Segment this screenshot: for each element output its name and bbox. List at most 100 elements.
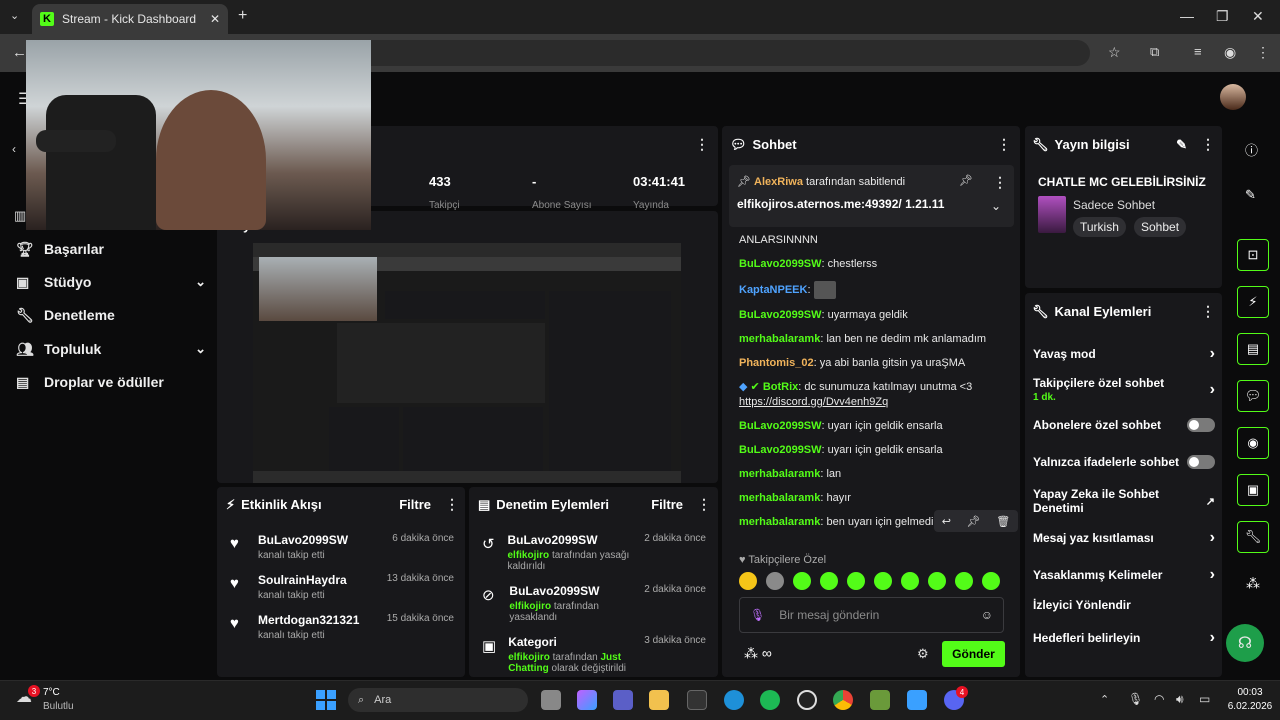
taskview-icon[interactable] [541,690,561,710]
chat-username[interactable]: merhabalaramk [739,516,820,528]
minecraft-icon[interactable] [870,690,890,710]
emote-icon[interactable] [820,572,838,590]
microphone-tray-icon[interactable]: 🎙︎ [1128,692,1143,706]
bookmark-star-icon[interactable]: ☆ [1108,44,1121,61]
close-window-icon[interactable]: ✕ [1252,8,1264,25]
obs-icon[interactable] [797,690,817,710]
modlog-menu-icon[interactable]: ⋮ [697,496,711,513]
emote-icon[interactable] [874,572,892,590]
chat-username[interactable]: merhabalaramk [739,333,820,345]
chat-input[interactable]: 🎙︎ Bir mesaj gönderin ☺ [739,597,1004,633]
chat-username[interactable]: merhabalaramk [739,468,820,480]
banned-words[interactable]: Yasaklanmış Kelimeler › [1033,566,1215,584]
spotify-icon[interactable] [760,690,780,710]
emote-icon[interactable] [766,572,784,590]
teams-icon[interactable] [613,690,633,710]
modlog-actor[interactable]: elfikojiro [509,601,551,612]
stream-preview-video[interactable] [253,243,681,483]
info-icon[interactable]: ⓘ [1245,140,1258,159]
tab-close-icon[interactable]: ✕ [210,12,220,26]
emote-only-toggle[interactable] [1187,455,1215,469]
emote-icon[interactable] [847,572,865,590]
chat-username[interactable]: BotRix [763,381,798,393]
followers-only-chat[interactable]: Takipçilere özel sohbet 1 dk. › [1033,376,1215,403]
microphone-icon[interactable]: 🎙︎ [750,608,765,622]
emote-icon[interactable] [793,572,811,590]
browser-menu-icon[interactable]: ⋮ [1256,44,1270,61]
minimize-icon[interactable]: — [1180,8,1194,24]
document-rail-button[interactable]: ▤ [1237,333,1269,365]
clock-date[interactable]: 6.02.2026 [1222,701,1278,712]
emote-icon[interactable] [901,572,919,590]
back-icon[interactable]: ← [12,44,27,61]
channel-actions-menu-icon[interactable]: ⋮ [1201,303,1215,320]
activity-user[interactable]: SoulrainHaydra [258,573,347,587]
expand-chevron-icon[interactable]: ⌄ [991,199,1001,213]
ai-moderation[interactable]: Yapay Zeka ile Sohbet Denetimi ↗ [1033,487,1215,515]
bolt-rail-button[interactable]: ⚡︎ [1237,286,1269,318]
user-avatar[interactable] [1220,84,1246,110]
chat-extras-icon[interactable]: ⁂ ∞ [744,645,772,662]
wrench-rail-button[interactable]: 🔧︎ [1237,521,1269,553]
subscribers-only-chat[interactable]: Abonelere özel sohbet [1033,418,1215,432]
activity-user[interactable]: BuLavo2099SW [258,533,348,547]
subs-only-toggle[interactable] [1187,418,1215,432]
emote-icon[interactable] [928,572,946,590]
unpin-icon[interactable]: 📌︎ [959,174,973,187]
clock-time[interactable]: 00:03 [1222,687,1278,698]
stream-category[interactable]: Sadece Sohbet [1073,198,1155,212]
media-icon[interactable]: ≡ [1194,44,1202,59]
broadcast-rail-button[interactable]: ◉ [1237,427,1269,459]
battery-icon[interactable]: ▭ [1199,692,1210,706]
camera-rail-button[interactable]: ⊡ [1237,239,1269,271]
activity-filter-button[interactable]: Filtre [399,497,431,512]
browser-tab[interactable]: K Stream - Kick Dashboard ✕ [32,4,228,34]
modlog-target[interactable]: BuLavo2099SW [507,533,644,547]
modlog-target[interactable]: Kategori [508,635,644,649]
pin-message-icon[interactable]: 📌︎ [967,515,981,528]
collapse-sidebar-icon[interactable]: ‹ [12,142,16,156]
emote-only-chat[interactable]: Yalnızca ifadelerle sohbet [1033,455,1215,469]
stream-info-menu-icon[interactable]: ⋮ [1201,136,1215,153]
chat-username[interactable]: BuLavo2099SW [739,444,822,456]
emote-icon[interactable] [982,572,1000,590]
support-icon[interactable]: ☊ [1226,624,1264,662]
send-button[interactable]: Gönder [942,641,1005,667]
more-rail-icon[interactable]: ⁂ [1246,575,1260,592]
chat-username[interactable]: BuLavo2099SW [739,258,822,270]
tag-sohbet[interactable]: Sohbet [1134,217,1187,237]
modlog-target[interactable]: BuLavo2099SW [509,584,644,598]
chat-rail-button[interactable]: 💬︎ [1237,380,1269,412]
modlog-actor[interactable]: elfikojiro [507,550,549,561]
reply-icon[interactable]: ↩ [942,515,951,528]
volume-icon[interactable]: 🔊︎ [1176,692,1184,707]
activity-user[interactable]: Mertdogan321321 [258,613,359,627]
chat-username[interactable]: merhabalaramk [739,492,820,504]
maximize-icon[interactable]: ❐ [1216,8,1229,25]
new-tab-icon[interactable]: + [238,7,247,25]
emoji-icon[interactable]: ☺ [981,608,993,622]
pinned-menu-icon[interactable]: ⋮ [993,174,1007,191]
chat-username[interactable]: BuLavo2099SW [739,420,822,432]
url-field[interactable] [300,40,1090,66]
extensions-icon[interactable]: ⧉ [1150,44,1159,60]
chat-menu-icon[interactable]: ⋮ [997,136,1011,153]
edit-icon[interactable]: ✎ [1245,187,1256,203]
message-restriction[interactable]: Mesaj yaz kısıtlaması › [1033,529,1215,547]
slow-mode[interactable]: Yavaş mod › [1033,345,1215,363]
chat-username[interactable]: BuLavo2099SW [739,309,822,321]
sidebar-item-studyo[interactable]: ▣ Stüdyo ⌄ [16,270,206,294]
edit-pencil-icon[interactable]: ✎ [1176,137,1187,153]
start-icon[interactable] [316,690,336,710]
modlog-filter-button[interactable]: Filtre [651,497,683,512]
activity-menu-icon[interactable]: ⋮ [445,496,459,513]
chat-link[interactable]: https://discord.gg/Dvv4enh9Zq [739,396,888,408]
tag-turkish[interactable]: Turkish [1073,217,1126,237]
wifi-icon[interactable]: ◠ [1154,692,1164,706]
chat-username[interactable]: KaptaNPEEK [739,284,807,296]
store-icon[interactable] [687,690,707,710]
set-goals[interactable]: Hedefleri belirleyin › [1033,629,1215,647]
copilot-icon[interactable] [577,690,597,710]
emote-icon[interactable] [739,572,757,590]
sidebar-item-topluluk[interactable]: 👥︎ Topluluk ⌄ [16,337,206,361]
